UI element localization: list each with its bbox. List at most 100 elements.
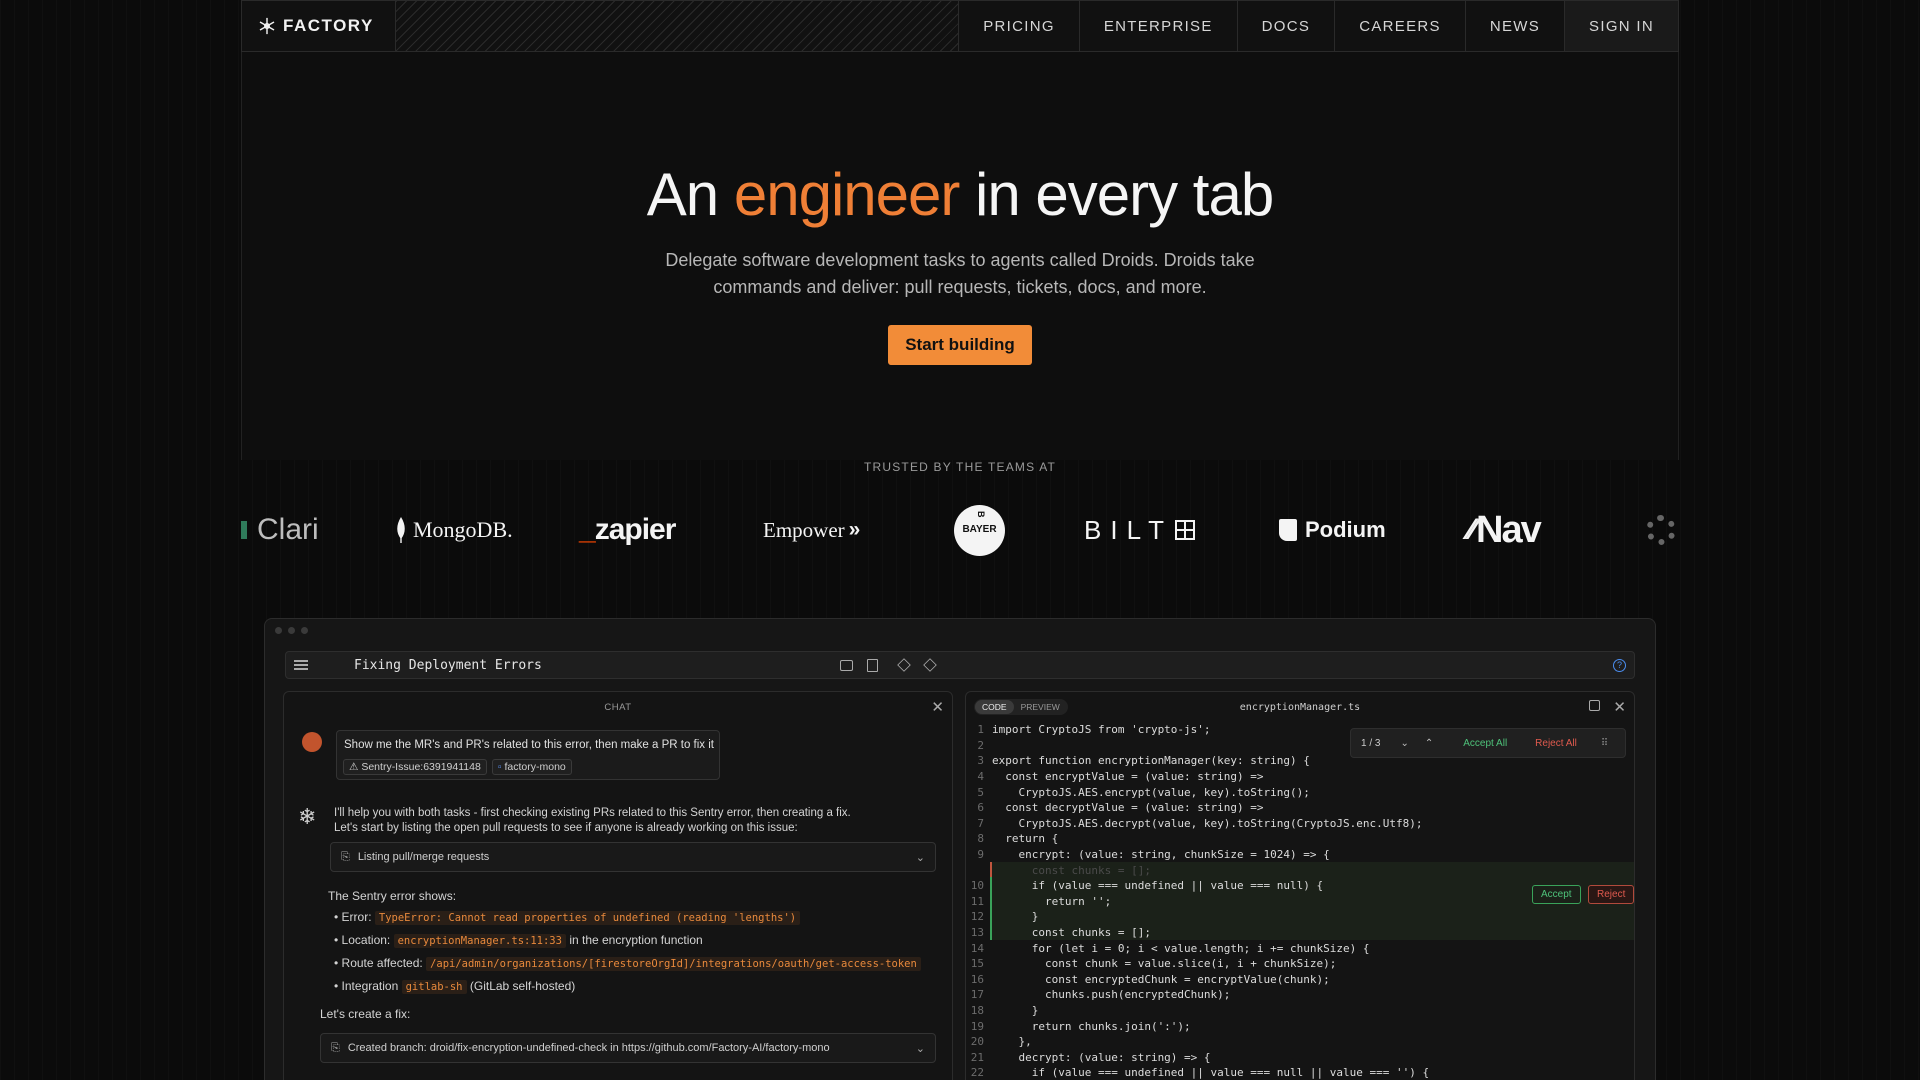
logo-zapier: _ zapier — [579, 513, 676, 546]
document-icon[interactable] — [867, 658, 878, 672]
line-number: 21 — [970, 1050, 984, 1064]
hero: An engineer in every tab Delegate softwa… — [0, 160, 1920, 365]
sentry-issue-tag[interactable]: ⚠ Sentry-Issue:6391941148 — [343, 759, 487, 775]
close-icon[interactable]: ✕ — [1613, 698, 1626, 716]
leaf-icon — [397, 517, 405, 543]
code-text: } — [992, 1003, 1039, 1017]
line-number: 16 — [970, 972, 984, 986]
fix-heading: Let's create a fix: — [320, 1007, 411, 1021]
code-text: for (let i = 0; i < value.length; i += c… — [992, 941, 1370, 955]
code-line: 2 — [966, 738, 1634, 754]
created-branch-step[interactable]: ⎘ Created branch: droid/fix-encryption-u… — [320, 1033, 936, 1063]
logo-clari: Clari — [241, 500, 319, 560]
code-text: if (value === undefined || value === nul… — [992, 879, 1324, 893]
copy-icon[interactable] — [1589, 700, 1600, 711]
code-line: 6 const decryptValue = (value: string) =… — [966, 800, 1634, 816]
code-line: 7 CryptoJS.AES.decrypt(value, key).toStr… — [966, 816, 1634, 832]
nav-docs[interactable]: DOCS — [1238, 1, 1336, 51]
code-line: 8 return { — [966, 831, 1634, 847]
code-line: 18 } — [966, 1003, 1634, 1019]
start-building-button[interactable]: Start building — [888, 325, 1032, 365]
line-number: 14 — [970, 941, 984, 955]
line-number: 3 — [977, 754, 984, 768]
chat-panel: CHAT ✕ Show me the MR's and PR's related… — [283, 691, 953, 1080]
app-title: Fixing Deployment Errors — [354, 657, 542, 673]
branch-icon: ⎘ — [331, 1041, 340, 1054]
code-text: }, — [992, 1035, 1032, 1049]
code-text: const chunks = []; — [992, 863, 1151, 877]
code-text: const decryptValue = (value: string) => — [992, 801, 1264, 815]
code-line: 15 const chunk = value.slice(i, i + chun… — [966, 956, 1634, 972]
code-line: 9 encrypt: (value: string, chunkSize = 1… — [966, 847, 1634, 863]
code-line: 16 const encryptedChunk = encryptValue(c… — [966, 972, 1634, 988]
repo-tag[interactable]: ▫ factory-mono — [491, 759, 572, 775]
hero-title: An engineer in every tab — [0, 160, 1920, 229]
stack-icon[interactable] — [923, 658, 937, 672]
code-line: 22 if (value === undefined || value === … — [966, 1065, 1634, 1080]
code-text: const encryptValue = (value: string) => — [992, 770, 1264, 784]
droid-snowflake-icon: ❄ — [298, 804, 317, 829]
sentry-heading: The Sentry error shows: — [328, 889, 457, 903]
page: FACTORY PRICING ENTERPRISE DOCS CAREERS … — [0, 0, 1920, 1080]
editor-panel: CODE PREVIEW encryptionManager.ts ✕ 1 / … — [965, 691, 1635, 1080]
code-text: export function encryptionManager(key: s… — [992, 754, 1310, 768]
logo-partial-circle — [1646, 500, 1676, 560]
code-text: decrypt: (value: string) => { — [992, 1050, 1211, 1064]
code-line: 17 chunks.push(encryptedChunk); — [966, 987, 1634, 1003]
brand-logo[interactable]: FACTORY — [242, 1, 396, 51]
user-message-text: Show me the MR's and PR's related to thi… — [344, 739, 714, 751]
code-line: 14 for (let i = 0; i < value.length; i +… — [966, 940, 1634, 956]
nav-pricing[interactable]: PRICING — [959, 1, 1080, 51]
logo-empower: Empower » — [763, 517, 861, 542]
line-number: 12 — [970, 910, 984, 924]
line-number: 11 — [970, 894, 984, 908]
nav-hatch-decoration — [396, 1, 960, 51]
accept-button[interactable]: Accept — [1532, 885, 1581, 904]
line-number: 9 — [977, 848, 984, 862]
code-line: 19 return chunks.join(':'); — [966, 1018, 1634, 1034]
pr-icon: ⎘ — [341, 850, 350, 863]
line-number: 6 — [977, 801, 984, 815]
chevron-down-icon: ⌄ — [915, 851, 925, 864]
code-line: 21 decrypt: (value: string) => { — [966, 1049, 1634, 1065]
listing-requests-step[interactable]: ⎘ Listing pull/merge requests ⌄ — [330, 842, 936, 872]
nav-careers[interactable]: CAREERS — [1335, 1, 1466, 51]
line-number: 13 — [970, 926, 984, 940]
nav-news[interactable]: NEWS — [1466, 1, 1566, 51]
code-line: 12 } — [966, 909, 1634, 925]
help-icon[interactable]: ? — [1613, 658, 1626, 672]
top-nav: FACTORY PRICING ENTERPRISE DOCS CAREERS … — [241, 0, 1679, 52]
code-text: import CryptoJS from 'crypto-js'; — [992, 723, 1211, 737]
trusted-label: TRUSTED BY THE TEAMS AT — [863, 460, 1057, 474]
code-line: 3 export function encryptionManager(key: … — [966, 753, 1634, 769]
code-text: CryptoJS.AES.decrypt(value, key).toStrin… — [992, 816, 1423, 830]
code-text: return { — [992, 832, 1059, 846]
close-icon[interactable]: ✕ — [931, 698, 944, 716]
line-number: 1 — [977, 723, 984, 737]
sign-in-button[interactable]: SIGN IN — [1565, 1, 1678, 51]
hero-title-post: in every tab — [975, 161, 1274, 228]
code-text: if (value === undefined || value === nul… — [992, 1066, 1430, 1080]
code-line: 1 import CryptoJS from 'crypto-js'; — [966, 722, 1634, 738]
chat-icon[interactable] — [840, 659, 853, 671]
line-number: 22 — [970, 1066, 984, 1080]
logo-podium: Podium — [1279, 500, 1386, 560]
bullet-integration: • Integration gitlab-sh (GitLab self-hos… — [334, 979, 576, 994]
line-number: 7 — [977, 816, 984, 830]
code-text: const chunk = value.slice(i, i + chunkSi… — [992, 957, 1337, 971]
line-number: 19 — [970, 1019, 984, 1033]
bullet-error: • Error: TypeError: Cannot read properti… — [334, 910, 801, 925]
reject-button[interactable]: Reject — [1588, 885, 1634, 904]
user-avatar — [302, 732, 322, 752]
code-text: return chunks.join(':'); — [992, 1019, 1191, 1033]
layers-icon[interactable] — [897, 658, 911, 672]
code-line: 5 CryptoJS.AES.encrypt(value, key).toStr… — [966, 784, 1634, 800]
droid-message-2: Let's start by listing the open pull req… — [334, 822, 798, 834]
nav-enterprise[interactable]: ENTERPRISE — [1080, 1, 1238, 51]
code-line: 4 const encryptValue = (value: string) =… — [966, 769, 1634, 785]
menu-icon[interactable] — [294, 660, 308, 670]
app-titlebar: Fixing Deployment Errors ? — [285, 651, 1635, 679]
window-dots — [275, 627, 308, 634]
snowflake-icon — [259, 17, 275, 35]
line-number: 18 — [970, 1003, 984, 1017]
